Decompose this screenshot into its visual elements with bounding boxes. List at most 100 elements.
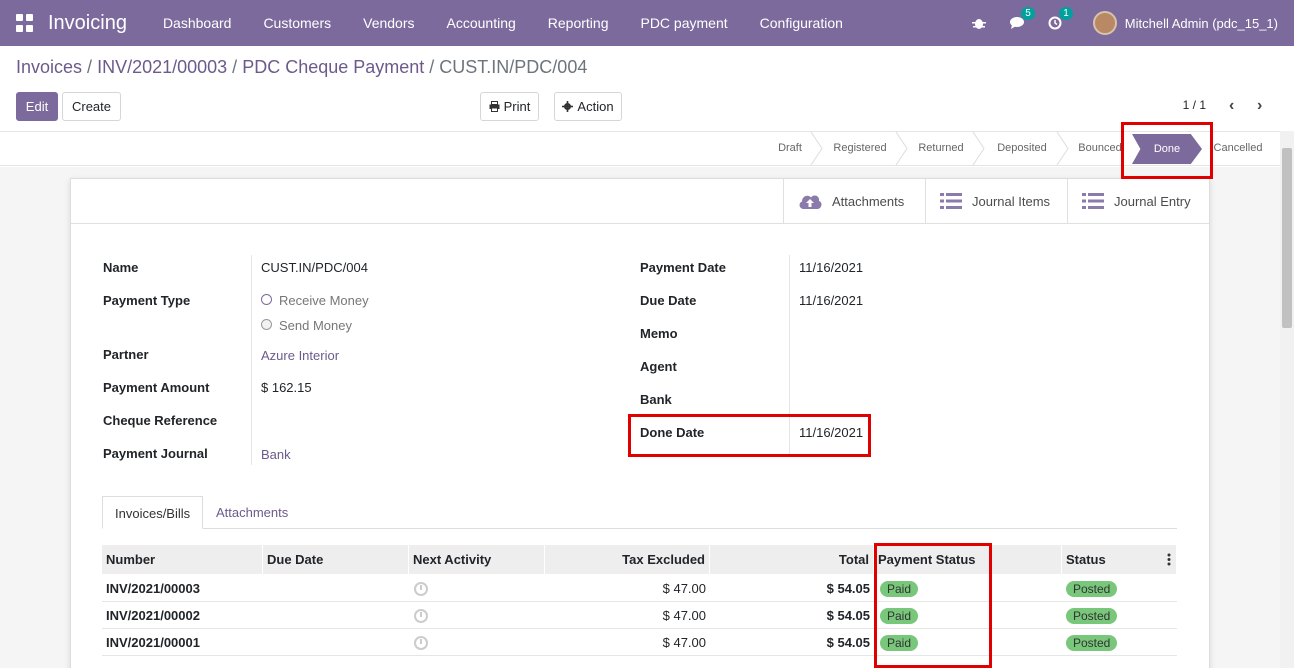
column-due-date[interactable]: Due Date [263,545,409,574]
breadcrumb-pdc-cheque-payment[interactable]: PDC Cheque Payment [242,57,424,78]
print-label: Print [503,99,531,114]
payment-amount-label: Payment Amount [103,380,210,395]
menu-customers[interactable]: Customers [247,0,347,46]
column-options-icon[interactable] [1167,553,1171,566]
journal-items-smart-button[interactable]: Journal Items [925,179,1067,223]
payment-date-label: Payment Date [640,260,726,275]
column-number[interactable]: Number [102,545,263,574]
main-menu: Dashboard Customers Vendors Accounting R… [147,0,859,46]
stage-bounced[interactable]: Bounced [1072,132,1128,165]
due-date-value[interactable]: 11/16/2021 [799,293,863,308]
table-header: Number Due Date Next Activity Tax Exclud… [102,545,1177,574]
activity-clock-icon[interactable] [409,575,432,602]
status-bar: Draft Registered Returned Deposited Boun… [0,131,1294,166]
bug-icon[interactable] [969,13,989,33]
menu-vendors[interactable]: Vendors [347,0,430,46]
action-label: Action [577,99,614,114]
payment-amount-value[interactable]: $ 162.15 [261,380,312,395]
action-button[interactable]: Action [554,92,622,121]
due-date-label: Due Date [640,293,697,308]
stage-deposited[interactable]: Deposited [988,132,1056,165]
attachments-smart-button[interactable]: Attachments [783,179,925,223]
scrollbar-thumb[interactable] [1282,148,1292,328]
user-avatar[interactable] [1092,11,1117,35]
menu-reporting[interactable]: Reporting [532,0,625,46]
notebook-tabs: Invoices/Bills Attachments [102,496,1177,529]
pager-next-icon[interactable]: › [1257,97,1262,115]
payment-type-label: Payment Type [103,293,191,308]
send-money-label: Send Money [279,318,352,333]
payment-journal-link[interactable]: Bank [261,447,291,462]
row-total: $ 54.05 [826,581,870,596]
messages-icon[interactable]: 5 [1007,7,1035,33]
name-value[interactable]: CUST.IN/PDC/004 [261,260,368,275]
breadcrumb-invoices[interactable]: Invoices [16,57,82,78]
breadcrumb: Invoices / INV/2021/00003 / PDC Cheque P… [16,57,588,78]
pager-value[interactable]: 1 / 1 [1183,98,1206,112]
activity-clock-icon[interactable]: 1 [1045,7,1073,33]
tab-attachments[interactable]: Attachments [204,496,300,529]
stage-cancelled[interactable]: Cancelled [1206,132,1270,165]
status-cell: Posted [1062,575,1121,602]
send-money-radio[interactable] [261,319,272,330]
gear-icon [562,101,574,112]
journal-items-label: Journal Items [972,193,1051,209]
row-total: $ 54.05 [826,608,870,623]
create-button[interactable]: Create [62,92,121,121]
receive-money-radio[interactable] [261,294,272,305]
activities-count-badge: 1 [1059,7,1073,20]
edit-button[interactable]: Edit [16,92,58,121]
activity-clock-icon[interactable] [409,602,432,629]
menu-pdc-payment[interactable]: PDC payment [624,0,743,46]
partner-link[interactable]: Azure Interior [261,348,339,363]
list-icon [940,193,962,209]
payment-journal-label: Payment Journal [103,446,208,461]
top-navbar: Invoicing Dashboard Customers Vendors Ac… [0,0,1294,46]
row-tax-excluded: $ 47.00 [662,635,706,650]
table-row[interactable]: INV/2021/00003 $ 47.00 $ 54.05 Paid Post… [102,575,1177,602]
payment-date-value[interactable]: 11/16/2021 [799,260,863,275]
row-tax-excluded: $ 47.00 [662,608,706,623]
menu-configuration[interactable]: Configuration [744,0,859,46]
memo-label: Memo [640,326,678,341]
highlight-done-date [628,414,871,457]
pager-previous-icon[interactable]: ‹ [1229,97,1234,115]
status-cell: Posted [1062,629,1121,656]
journal-entry-smart-button[interactable]: Journal Entry [1067,179,1209,223]
app-title[interactable]: Invoicing [48,12,127,35]
partner-label: Partner [103,347,149,362]
row-total: $ 54.05 [826,635,870,650]
messages-count-badge: 5 [1021,7,1035,20]
column-tax-excluded[interactable]: Tax Excluded [545,545,710,574]
agent-label: Agent [640,359,677,374]
status-badge: Posted [1066,581,1118,597]
breadcrumb-invoice[interactable]: INV/2021/00003 [97,57,227,78]
tab-invoices-bills[interactable]: Invoices/Bills [102,496,204,529]
menu-dashboard[interactable]: Dashboard [147,0,248,46]
journal-entry-label: Journal Entry [1114,193,1191,209]
stage-draft[interactable]: Draft [770,132,810,165]
status-badge: Posted [1066,608,1118,624]
activity-clock-icon[interactable] [409,629,432,656]
bank-label: Bank [640,392,672,407]
print-button[interactable]: Print [480,92,539,121]
table-row[interactable]: INV/2021/00002 $ 47.00 $ 54.05 Paid Post… [102,602,1177,629]
row-number: INV/2021/00003 [106,581,200,596]
row-number: INV/2021/00001 [106,635,200,650]
user-menu[interactable]: Mitchell Admin (pdc_15_1) [1125,16,1278,31]
column-total[interactable]: Total [710,545,874,574]
name-label: Name [103,260,139,275]
status-cell: Posted [1062,602,1121,629]
menu-accounting[interactable]: Accounting [431,0,532,46]
list-icon [1082,193,1104,209]
column-next-activity[interactable]: Next Activity [409,545,545,574]
row-number: INV/2021/00002 [106,608,200,623]
stage-registered[interactable]: Registered [825,132,895,165]
column-status[interactable]: Status [1062,545,1177,574]
apps-menu-icon[interactable] [16,14,34,32]
stage-returned[interactable]: Returned [910,132,972,165]
highlight-payment-status [874,543,992,668]
status-badge: Posted [1066,635,1118,651]
table-row[interactable]: INV/2021/00001 $ 47.00 $ 54.05 Paid Post… [102,629,1177,656]
cloud-upload-icon [799,195,822,209]
